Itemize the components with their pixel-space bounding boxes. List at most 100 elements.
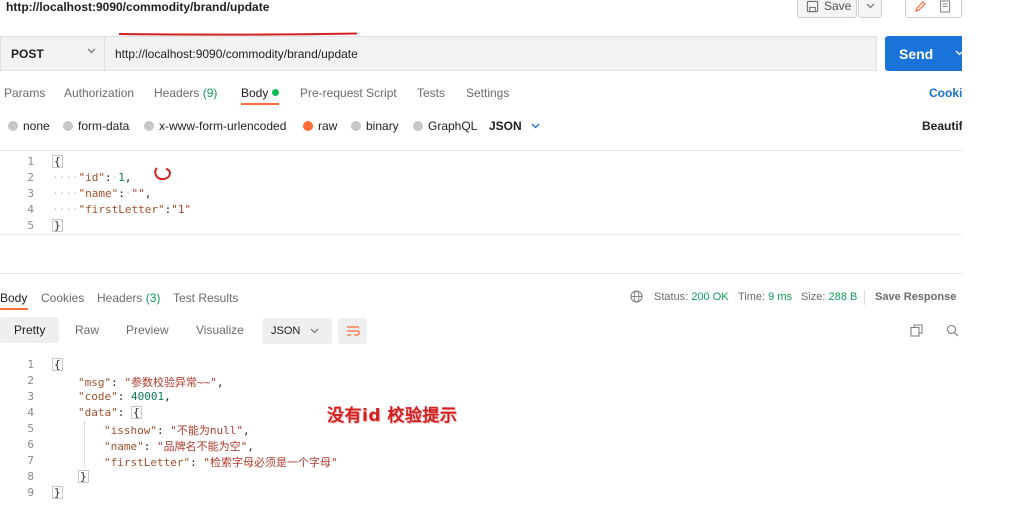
url-input[interactable]: http://localhost:9090/commodity/brand/up… <box>104 36 877 71</box>
search-icon[interactable] <box>946 324 959 337</box>
request-body-editor[interactable]: 1 2 3 4 5 { ····"id":·1, ····"name":·"",… <box>0 150 962 274</box>
pencil-icon <box>915 0 926 12</box>
code-line: "msg": "参数校验异常~~", <box>78 376 224 389</box>
code-line: { <box>52 358 63 371</box>
chevron-down-icon <box>531 123 540 129</box>
save-dropdown-button[interactable] <box>858 0 882 18</box>
chevron-down-icon <box>87 48 96 54</box>
cookies-link[interactable]: Cooki <box>929 86 962 100</box>
body-type-options: none form-data x-www-form-urlencoded raw… <box>0 116 962 136</box>
globe-icon[interactable] <box>630 290 643 303</box>
response-format-select[interactable]: JSON <box>262 318 332 344</box>
radio-urlencoded[interactable]: x-www-form-urlencoded <box>144 119 286 133</box>
annotation-text: 没有id 校验提示 <box>327 406 458 426</box>
radio-circle <box>63 121 73 131</box>
red-underline-annotation <box>118 32 358 36</box>
view-raw[interactable]: Raw <box>61 317 113 343</box>
code-line: "code": 40001, <box>78 390 171 403</box>
radio-binary[interactable]: binary <box>351 119 399 133</box>
code-line: ····"id":·1, <box>52 171 132 184</box>
radio-none[interactable]: none <box>8 119 50 133</box>
size-indicator[interactable]: Size: 288 B <box>801 291 857 303</box>
save-button[interactable]: Save <box>797 0 857 18</box>
chevron-down-icon <box>310 328 319 334</box>
json-value: "检索字母必须是一个字母" <box>203 456 338 469</box>
indent-guide <box>84 422 85 468</box>
time-value: 9 ms <box>768 291 792 303</box>
document-icon <box>939 0 951 13</box>
tab-params[interactable]: Params <box>4 86 45 100</box>
request-url-row: POST http://localhost:9090/commodity/bra… <box>0 36 962 71</box>
status-value: 200 OK <box>691 291 729 303</box>
save-response-button[interactable]: Save Response <box>875 291 956 303</box>
response-headers-count: (3) <box>145 291 161 305</box>
json-key: "data" <box>78 406 118 419</box>
radio-form-data[interactable]: form-data <box>63 119 129 133</box>
code-line: "data": { <box>78 406 142 419</box>
json-value: "1" <box>171 203 192 216</box>
response-body-viewer[interactable]: 1 2 3 4 5 6 7 8 9 { "msg": "参数校验异常~~", "… <box>0 356 962 506</box>
radio-circle <box>351 121 361 131</box>
response-active-underline <box>0 308 28 310</box>
radio-urlencoded-label: x-www-form-urlencoded <box>159 119 287 133</box>
request-title-bar: http://localhost:9090/commodity/brand/up… <box>0 0 962 26</box>
line-number: 5 <box>27 219 34 232</box>
line-number: 3 <box>27 187 34 200</box>
line-number: 7 <box>27 454 34 467</box>
view-pretty[interactable]: Pretty <box>0 317 60 343</box>
request-title: http://localhost:9090/commodity/brand/up… <box>6 0 270 14</box>
code-line: "isshow": "不能为null", <box>104 424 250 437</box>
chevron-down-icon <box>866 3 874 9</box>
code-line: "name": "品牌名不能为空", <box>104 440 254 453</box>
editor-divider <box>0 234 962 235</box>
brace: { <box>52 358 63 371</box>
json-key: "name" <box>104 440 144 453</box>
response-tab-body[interactable]: Body <box>0 291 27 305</box>
response-toolbar: Pretty Raw Preview Visualize JSON <box>0 317 962 345</box>
send-button[interactable]: Send <box>885 36 962 71</box>
time-indicator[interactable]: Time: 9 ms <box>738 291 792 303</box>
method-select[interactable]: POST <box>0 36 104 71</box>
view-preview[interactable]: Preview <box>112 317 183 343</box>
code-line: ····"name":·"", <box>52 187 152 200</box>
line-number: 2 <box>27 374 34 387</box>
copy-icon[interactable] <box>910 324 923 337</box>
tab-tests[interactable]: Tests <box>417 86 445 100</box>
line-number: 3 <box>27 390 34 403</box>
url-text: http://localhost:9090/commodity/brand/up… <box>115 46 358 61</box>
time-label: Time: <box>738 291 766 303</box>
json-key: "firstLetter" <box>104 456 191 469</box>
json-value: 40001 <box>131 390 165 403</box>
body-format-select[interactable]: JSON <box>489 119 540 133</box>
status-indicator[interactable]: Status: 200 OK <box>654 291 729 303</box>
response-tab-cookies[interactable]: Cookies <box>41 291 84 305</box>
radio-graphql[interactable]: GraphQL <box>413 119 477 133</box>
send-label: Send <box>899 45 934 62</box>
postman-app: http://localhost:9090/commodity/brand/up… <box>0 0 962 521</box>
line-number: 6 <box>27 438 34 451</box>
tab-settings[interactable]: Settings <box>466 86 509 100</box>
tab-body[interactable]: Body <box>241 86 280 100</box>
tab-prerequest-script[interactable]: Pre-request Script <box>300 86 397 100</box>
save-icon <box>806 0 819 12</box>
response-tab-test-results[interactable]: Test Results <box>173 291 238 305</box>
wrap-lines-button[interactable] <box>338 318 367 344</box>
view-visualize[interactable]: Visualize <box>182 317 258 343</box>
brace: } <box>78 470 89 483</box>
tab-headers[interactable]: Headers (9) <box>154 86 217 100</box>
active-tab-underline <box>241 103 279 105</box>
radio-binary-label: binary <box>366 119 399 133</box>
json-value: "" <box>131 187 145 200</box>
response-tab-headers-label: Headers <box>97 291 143 305</box>
response-tab-headers[interactable]: Headers (3) <box>97 291 160 305</box>
beautify-link[interactable]: Beautif <box>922 119 962 133</box>
tab-authorization[interactable]: Authorization <box>64 86 134 100</box>
edit-toggle[interactable] <box>905 0 962 18</box>
line-number: 5 <box>27 422 34 435</box>
radio-raw[interactable]: raw <box>303 119 337 133</box>
code-line: ····"firstLetter":"1" <box>52 203 192 216</box>
radio-form-data-label: form-data <box>78 119 130 133</box>
brace: { <box>52 155 63 168</box>
brace: } <box>52 219 63 232</box>
line-number: 8 <box>27 470 34 483</box>
